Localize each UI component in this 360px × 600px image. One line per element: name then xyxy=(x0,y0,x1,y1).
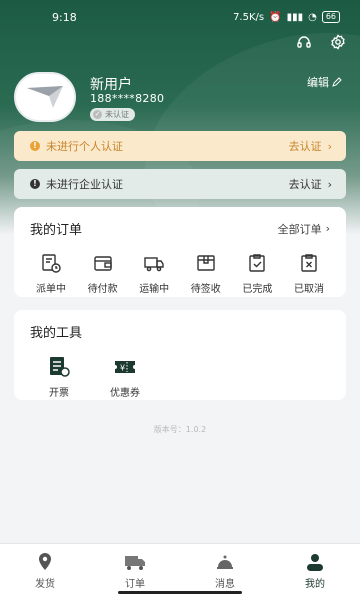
all-orders-label: 全部订单 xyxy=(277,222,322,236)
tab-ship[interactable]: 发货 xyxy=(0,544,90,600)
user-name: 新用户 xyxy=(90,77,132,93)
order-status-unpaid[interactable]: 待付款 xyxy=(78,252,128,295)
company-verify-action: 去认证 xyxy=(288,178,322,191)
user-icon xyxy=(307,554,323,571)
check-clipboard-icon xyxy=(249,254,266,272)
cancel-clipboard-icon xyxy=(301,254,317,272)
signal-icon: ▮▮▮ xyxy=(286,11,304,23)
profile-section: 新用户 188****8280 ✓ 未认证 编辑 xyxy=(14,72,346,122)
headset-icon[interactable] xyxy=(296,34,312,54)
personal-verify-text: 未进行个人认证 xyxy=(46,140,123,153)
svg-text:¥: ¥ xyxy=(120,364,125,373)
avatar[interactable] xyxy=(14,72,76,122)
personal-verify-banner[interactable]: ! 未进行个人认证 去认证 › xyxy=(14,131,346,161)
pencil-icon xyxy=(332,77,342,87)
all-orders-link[interactable]: 全部订单 › xyxy=(278,221,330,237)
wallet-icon xyxy=(93,256,112,271)
chevron-right-icon: › xyxy=(325,222,330,235)
personal-verify-action: 去认证 xyxy=(288,140,322,153)
settings-icon[interactable] xyxy=(330,34,346,54)
truck-icon xyxy=(125,556,145,570)
tool-coupon[interactable]: ¥ 优惠券 xyxy=(104,355,146,399)
order-status-label: 运输中 xyxy=(139,284,170,295)
tool-label: 优惠券 xyxy=(110,388,140,399)
orders-card: 我的订单 全部订单 › 派单中 待付款 运输中 待签收 已完成 已取消 xyxy=(14,207,346,297)
package-icon xyxy=(197,255,215,271)
truck-icon xyxy=(144,257,164,272)
order-status-cancelled[interactable]: 已取消 xyxy=(284,252,334,295)
warning-icon: ! xyxy=(30,179,40,189)
status-bar: 9:18 7.5K/s ⏰ ▮▮▮ ◔ 66 xyxy=(0,0,360,34)
invoice-icon xyxy=(50,357,70,377)
user-phone: 188****8280 xyxy=(90,92,165,105)
verify-status-badge: ✓ 未认证 xyxy=(90,108,135,121)
coupon-icon: ¥ xyxy=(115,361,135,373)
order-status-label: 待付款 xyxy=(87,284,118,295)
wifi-icon: ◔ xyxy=(308,11,317,23)
order-status-label: 派单中 xyxy=(36,284,66,295)
order-status-label: 已完成 xyxy=(242,284,273,295)
order-status-label: 待签收 xyxy=(190,284,221,295)
chevron-right-icon: › xyxy=(327,139,332,153)
tab-label: 发货 xyxy=(35,579,55,590)
edit-label: 编辑 xyxy=(307,76,329,89)
order-status-completed[interactable]: 已完成 xyxy=(232,252,282,295)
status-time: 9:18 xyxy=(52,10,77,24)
verify-badge-label: 未认证 xyxy=(105,110,129,119)
tab-label: 我的 xyxy=(305,579,325,590)
company-verify-text: 未进行企业认证 xyxy=(46,178,123,191)
network-speed: 7.5K/s xyxy=(233,11,265,23)
orders-title: 我的订单 xyxy=(30,223,83,238)
edit-profile-button[interactable]: 编辑 xyxy=(307,74,342,90)
tab-label: 订单 xyxy=(125,579,145,590)
tools-card: 我的工具 开票 ¥ 优惠券 xyxy=(14,310,346,400)
order-status-dispatching[interactable]: 派单中 xyxy=(26,252,76,295)
home-indicator xyxy=(118,591,242,594)
version-text: 版本号：1.0.2 xyxy=(153,425,207,434)
tab-label: 消息 xyxy=(215,579,235,590)
verify-badge-icon: ✓ xyxy=(93,110,102,119)
tab-mine[interactable]: 我的 xyxy=(270,544,360,600)
bell-icon xyxy=(217,555,233,569)
order-status-label: 已取消 xyxy=(293,284,324,295)
tool-label: 开票 xyxy=(49,388,69,399)
dispatch-icon xyxy=(42,254,61,273)
company-verify-banner[interactable]: ! 未进行企业认证 去认证 › xyxy=(14,169,346,199)
location-pin-icon xyxy=(39,553,51,570)
order-status-to-sign[interactable]: 待签收 xyxy=(181,252,231,295)
chevron-right-icon: › xyxy=(327,177,332,191)
tool-invoice[interactable]: 开票 xyxy=(38,355,80,399)
alarm-icon: ⏰ xyxy=(269,11,282,23)
tools-title: 我的工具 xyxy=(30,326,83,341)
warning-icon: ! xyxy=(30,141,40,151)
battery-icon: 66 xyxy=(321,11,340,23)
order-status-in-transit[interactable]: 运输中 xyxy=(129,252,179,295)
